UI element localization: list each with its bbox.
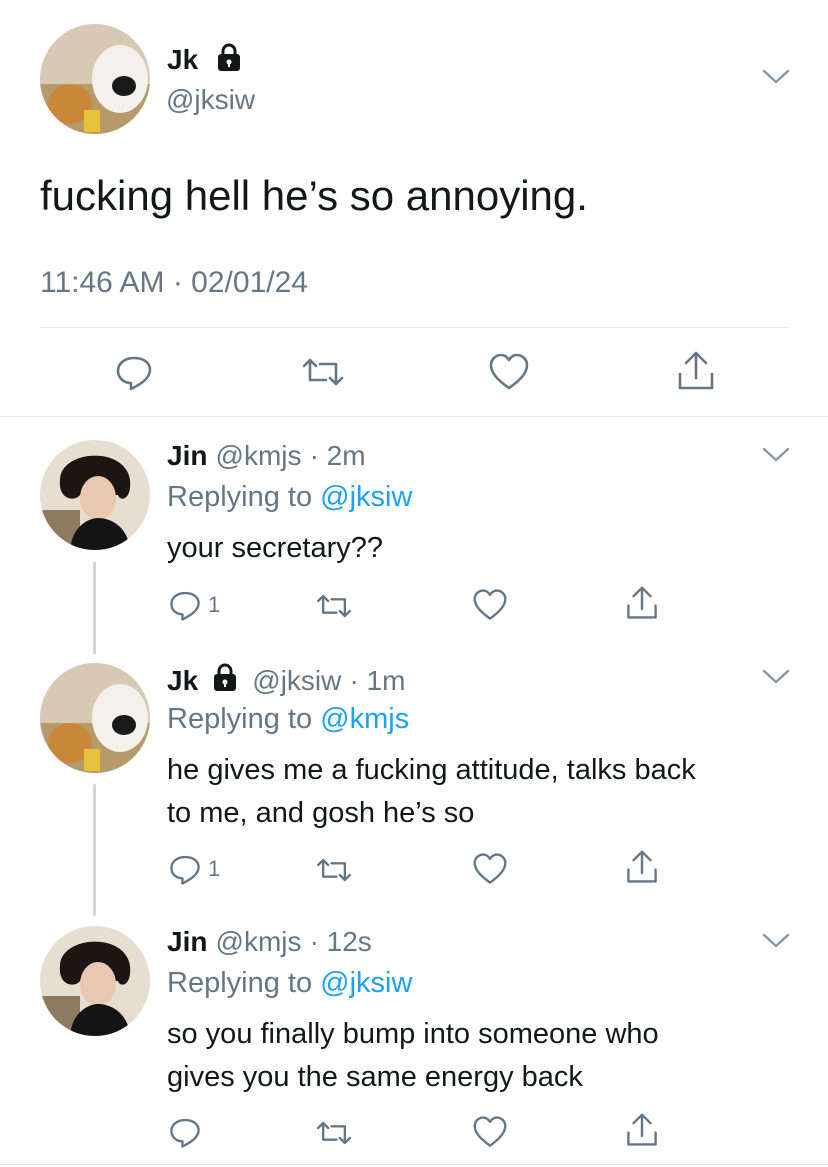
retweet-icon[interactable] — [300, 354, 346, 390]
thread-line — [93, 784, 96, 916]
display-name[interactable]: Jk — [167, 44, 198, 76]
reply-icon[interactable]: 1 — [168, 588, 220, 622]
reply-icon[interactable]: 1 — [168, 852, 220, 886]
mention-link[interactable]: @kmjs — [320, 703, 409, 735]
chevron-down-icon[interactable] — [762, 668, 790, 691]
chevron-down-icon[interactable] — [762, 932, 790, 955]
share-icon[interactable] — [625, 849, 659, 885]
like-icon[interactable] — [472, 852, 508, 886]
relative-time[interactable]: · 12s — [310, 926, 372, 957]
tweet-text: he gives me a fucking attitude, talks ba… — [167, 749, 696, 835]
display-name[interactable]: Jin — [167, 440, 207, 471]
lock-icon — [216, 42, 242, 77]
like-icon[interactable] — [488, 352, 530, 392]
timestamp[interactable]: 11:46 AM · 02/01/24 — [40, 266, 308, 300]
handle[interactable]: @jksiw — [252, 665, 341, 696]
reply-icon[interactable] — [168, 1115, 208, 1149]
share-icon[interactable] — [625, 1112, 659, 1148]
reply-icon[interactable] — [114, 352, 154, 392]
section-divider — [0, 416, 828, 417]
like-icon[interactable] — [472, 588, 508, 622]
bottom-divider — [0, 1164, 828, 1165]
tweet-text: your secretary?? — [167, 532, 383, 564]
reply-count: 1 — [208, 856, 221, 881]
replying-to: Replying to @jksiw — [167, 967, 413, 999]
lock-icon — [212, 662, 238, 700]
mention-link[interactable]: @jksiw — [320, 481, 412, 513]
relative-time[interactable]: · 1m — [349, 665, 405, 696]
tweet-text: fucking hell he’s so annoying. — [40, 172, 588, 219]
chevron-down-icon[interactable] — [762, 446, 790, 469]
reply-count: 1 — [208, 592, 221, 617]
tweet-text: so you finally bump into someone who giv… — [167, 1013, 659, 1099]
thread-line — [93, 562, 96, 654]
divider — [40, 327, 788, 328]
handle[interactable]: @jksiw — [166, 84, 255, 116]
share-icon[interactable] — [676, 350, 716, 392]
replying-to: Replying to @kmjs — [167, 703, 410, 735]
replying-to: Replying to @jksiw — [167, 481, 413, 513]
relative-time[interactable]: · 2m — [310, 440, 366, 471]
tweet-text-line: he gives me a fucking attitude, talks ba… — [167, 754, 696, 786]
handle[interactable]: @kmjs — [216, 926, 302, 957]
tweet-text-line: so you finally bump into someone who — [167, 1018, 659, 1050]
retweet-icon[interactable] — [314, 855, 354, 885]
share-icon[interactable] — [625, 585, 659, 621]
avatar[interactable] — [40, 926, 150, 1036]
avatar[interactable] — [40, 440, 150, 550]
display-name[interactable]: Jk — [167, 665, 198, 696]
retweet-icon[interactable] — [314, 591, 354, 621]
mention-link[interactable]: @jksiw — [320, 967, 412, 999]
like-icon[interactable] — [472, 1115, 508, 1149]
handle[interactable]: @kmjs — [216, 440, 302, 471]
display-name[interactable]: Jin — [167, 926, 207, 957]
retweet-icon[interactable] — [314, 1118, 354, 1148]
chevron-down-icon[interactable] — [762, 68, 790, 91]
tweet-text-line: gives you the same energy back — [167, 1061, 583, 1093]
tweet-text-line: to me, and gosh he’s so — [167, 797, 475, 829]
avatar[interactable] — [40, 24, 150, 134]
avatar[interactable] — [40, 663, 150, 773]
